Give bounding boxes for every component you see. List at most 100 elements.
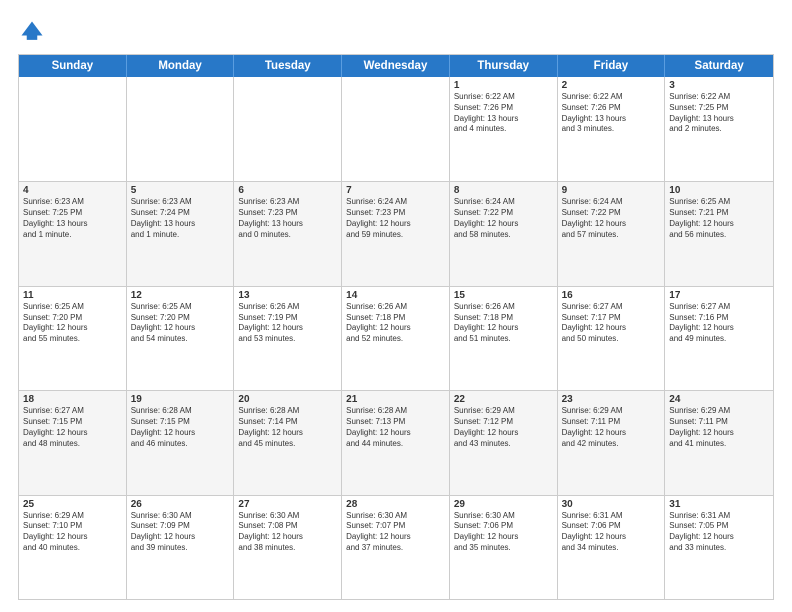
day-number: 9 [562, 185, 661, 196]
cal-cell: 27Sunrise: 6:30 AMSunset: 7:08 PMDayligh… [234, 496, 342, 599]
day-number: 30 [562, 499, 661, 510]
cal-cell: 19Sunrise: 6:28 AMSunset: 7:15 PMDayligh… [127, 391, 235, 494]
cal-header-sunday: Sunday [19, 55, 127, 77]
day-number: 4 [23, 185, 122, 196]
calendar-row-5: 25Sunrise: 6:29 AMSunset: 7:10 PMDayligh… [19, 495, 773, 599]
day-info: Sunrise: 6:30 AMSunset: 7:07 PMDaylight:… [346, 511, 445, 554]
day-info: Sunrise: 6:27 AMSunset: 7:15 PMDaylight:… [23, 406, 122, 449]
day-number: 28 [346, 499, 445, 510]
page: SundayMondayTuesdayWednesdayThursdayFrid… [0, 0, 792, 612]
day-info: Sunrise: 6:30 AMSunset: 7:09 PMDaylight:… [131, 511, 230, 554]
calendar-row-1: 1Sunrise: 6:22 AMSunset: 7:26 PMDaylight… [19, 77, 773, 181]
day-number: 3 [669, 80, 769, 91]
cal-cell: 17Sunrise: 6:27 AMSunset: 7:16 PMDayligh… [665, 287, 773, 390]
day-info: Sunrise: 6:22 AMSunset: 7:26 PMDaylight:… [454, 92, 553, 135]
cal-cell: 25Sunrise: 6:29 AMSunset: 7:10 PMDayligh… [19, 496, 127, 599]
day-number: 26 [131, 499, 230, 510]
day-number: 6 [238, 185, 337, 196]
day-number: 5 [131, 185, 230, 196]
day-info: Sunrise: 6:22 AMSunset: 7:26 PMDaylight:… [562, 92, 661, 135]
day-number: 16 [562, 290, 661, 301]
day-number: 2 [562, 80, 661, 91]
cal-cell: 2Sunrise: 6:22 AMSunset: 7:26 PMDaylight… [558, 77, 666, 181]
day-number: 10 [669, 185, 769, 196]
cal-cell: 14Sunrise: 6:26 AMSunset: 7:18 PMDayligh… [342, 287, 450, 390]
day-number: 21 [346, 394, 445, 405]
cal-cell: 6Sunrise: 6:23 AMSunset: 7:23 PMDaylight… [234, 182, 342, 285]
day-number: 23 [562, 394, 661, 405]
day-info: Sunrise: 6:30 AMSunset: 7:06 PMDaylight:… [454, 511, 553, 554]
day-info: Sunrise: 6:24 AMSunset: 7:23 PMDaylight:… [346, 197, 445, 240]
day-info: Sunrise: 6:25 AMSunset: 7:20 PMDaylight:… [23, 302, 122, 345]
cal-cell: 16Sunrise: 6:27 AMSunset: 7:17 PMDayligh… [558, 287, 666, 390]
cal-cell [19, 77, 127, 181]
cal-cell: 1Sunrise: 6:22 AMSunset: 7:26 PMDaylight… [450, 77, 558, 181]
cal-header-monday: Monday [127, 55, 235, 77]
calendar: SundayMondayTuesdayWednesdayThursdayFrid… [18, 54, 774, 600]
day-info: Sunrise: 6:26 AMSunset: 7:18 PMDaylight:… [454, 302, 553, 345]
logo-icon [18, 18, 46, 46]
day-number: 18 [23, 394, 122, 405]
calendar-row-4: 18Sunrise: 6:27 AMSunset: 7:15 PMDayligh… [19, 390, 773, 494]
cal-cell: 3Sunrise: 6:22 AMSunset: 7:25 PMDaylight… [665, 77, 773, 181]
day-info: Sunrise: 6:24 AMSunset: 7:22 PMDaylight:… [454, 197, 553, 240]
day-number: 12 [131, 290, 230, 301]
cal-cell [127, 77, 235, 181]
cal-cell: 11Sunrise: 6:25 AMSunset: 7:20 PMDayligh… [19, 287, 127, 390]
day-info: Sunrise: 6:27 AMSunset: 7:17 PMDaylight:… [562, 302, 661, 345]
day-number: 22 [454, 394, 553, 405]
day-number: 11 [23, 290, 122, 301]
day-number: 15 [454, 290, 553, 301]
day-number: 8 [454, 185, 553, 196]
day-number: 20 [238, 394, 337, 405]
cal-header-thursday: Thursday [450, 55, 558, 77]
day-number: 1 [454, 80, 553, 91]
day-number: 13 [238, 290, 337, 301]
calendar-row-3: 11Sunrise: 6:25 AMSunset: 7:20 PMDayligh… [19, 286, 773, 390]
day-info: Sunrise: 6:30 AMSunset: 7:08 PMDaylight:… [238, 511, 337, 554]
cal-cell: 20Sunrise: 6:28 AMSunset: 7:14 PMDayligh… [234, 391, 342, 494]
day-info: Sunrise: 6:31 AMSunset: 7:05 PMDaylight:… [669, 511, 769, 554]
day-info: Sunrise: 6:25 AMSunset: 7:21 PMDaylight:… [669, 197, 769, 240]
cal-cell: 4Sunrise: 6:23 AMSunset: 7:25 PMDaylight… [19, 182, 127, 285]
day-info: Sunrise: 6:23 AMSunset: 7:23 PMDaylight:… [238, 197, 337, 240]
cal-cell: 22Sunrise: 6:29 AMSunset: 7:12 PMDayligh… [450, 391, 558, 494]
calendar-header: SundayMondayTuesdayWednesdayThursdayFrid… [19, 55, 773, 77]
day-info: Sunrise: 6:23 AMSunset: 7:25 PMDaylight:… [23, 197, 122, 240]
cal-cell: 23Sunrise: 6:29 AMSunset: 7:11 PMDayligh… [558, 391, 666, 494]
day-info: Sunrise: 6:29 AMSunset: 7:10 PMDaylight:… [23, 511, 122, 554]
cal-cell: 24Sunrise: 6:29 AMSunset: 7:11 PMDayligh… [665, 391, 773, 494]
day-number: 14 [346, 290, 445, 301]
cal-header-wednesday: Wednesday [342, 55, 450, 77]
day-info: Sunrise: 6:26 AMSunset: 7:19 PMDaylight:… [238, 302, 337, 345]
day-number: 27 [238, 499, 337, 510]
day-number: 29 [454, 499, 553, 510]
cal-cell: 9Sunrise: 6:24 AMSunset: 7:22 PMDaylight… [558, 182, 666, 285]
cal-cell: 26Sunrise: 6:30 AMSunset: 7:09 PMDayligh… [127, 496, 235, 599]
day-number: 17 [669, 290, 769, 301]
cal-header-saturday: Saturday [665, 55, 773, 77]
day-info: Sunrise: 6:26 AMSunset: 7:18 PMDaylight:… [346, 302, 445, 345]
day-number: 7 [346, 185, 445, 196]
day-info: Sunrise: 6:29 AMSunset: 7:11 PMDaylight:… [562, 406, 661, 449]
cal-cell [234, 77, 342, 181]
cal-cell: 10Sunrise: 6:25 AMSunset: 7:21 PMDayligh… [665, 182, 773, 285]
header [18, 18, 774, 46]
logo [18, 18, 50, 46]
day-number: 24 [669, 394, 769, 405]
day-info: Sunrise: 6:29 AMSunset: 7:11 PMDaylight:… [669, 406, 769, 449]
cal-cell [342, 77, 450, 181]
cal-cell: 12Sunrise: 6:25 AMSunset: 7:20 PMDayligh… [127, 287, 235, 390]
day-number: 25 [23, 499, 122, 510]
cal-cell: 13Sunrise: 6:26 AMSunset: 7:19 PMDayligh… [234, 287, 342, 390]
cal-cell: 8Sunrise: 6:24 AMSunset: 7:22 PMDaylight… [450, 182, 558, 285]
day-number: 31 [669, 499, 769, 510]
cal-cell: 28Sunrise: 6:30 AMSunset: 7:07 PMDayligh… [342, 496, 450, 599]
day-info: Sunrise: 6:31 AMSunset: 7:06 PMDaylight:… [562, 511, 661, 554]
cal-cell: 15Sunrise: 6:26 AMSunset: 7:18 PMDayligh… [450, 287, 558, 390]
day-info: Sunrise: 6:29 AMSunset: 7:12 PMDaylight:… [454, 406, 553, 449]
day-number: 19 [131, 394, 230, 405]
calendar-row-2: 4Sunrise: 6:23 AMSunset: 7:25 PMDaylight… [19, 181, 773, 285]
day-info: Sunrise: 6:24 AMSunset: 7:22 PMDaylight:… [562, 197, 661, 240]
day-info: Sunrise: 6:28 AMSunset: 7:15 PMDaylight:… [131, 406, 230, 449]
